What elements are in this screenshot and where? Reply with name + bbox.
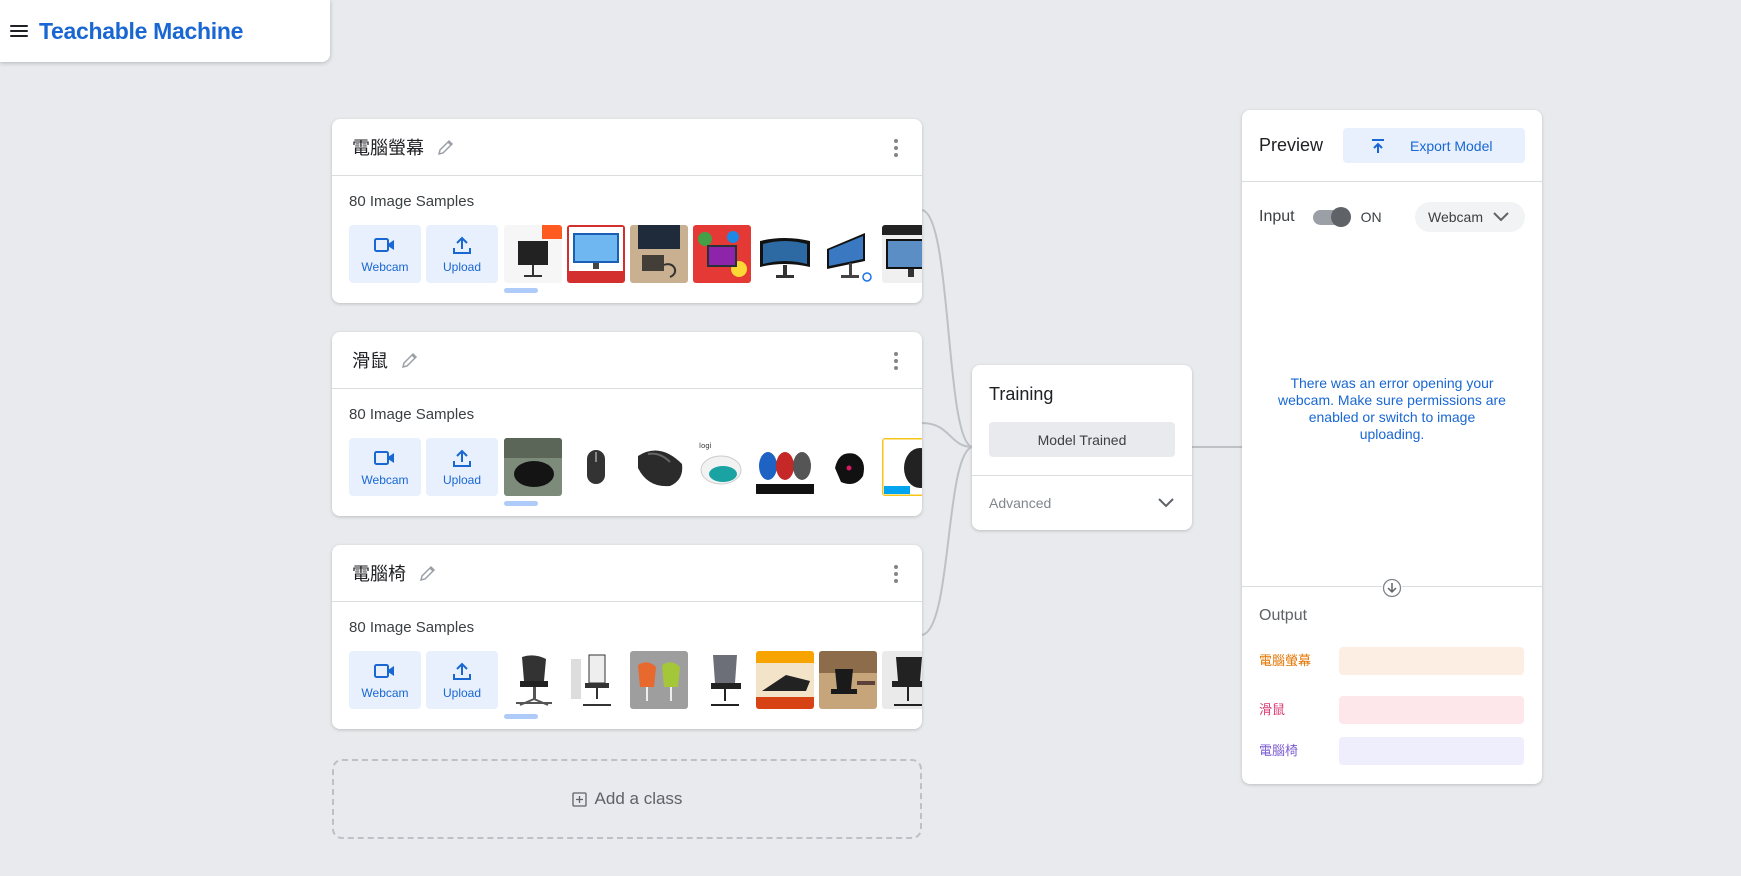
export-model-button[interactable]: Export Model <box>1343 128 1525 163</box>
class-card-header: 電腦椅 <box>332 545 922 602</box>
sample-image[interactable] <box>693 225 751 283</box>
webcam-button-label: Webcam <box>361 685 409 700</box>
sample-image[interactable] <box>567 651 625 709</box>
sample-thumbnails <box>504 651 922 709</box>
sample-image[interactable] <box>882 438 922 496</box>
scroll-indicator[interactable] <box>504 714 538 719</box>
webcam-error-message: There was an error opening your webcam. … <box>1278 375 1506 442</box>
sample-image[interactable] <box>756 225 814 283</box>
training-title: Training <box>989 384 1054 404</box>
sample-image[interactable] <box>693 651 751 709</box>
video-camera-icon <box>374 663 394 678</box>
upload-button[interactable]: Upload <box>426 651 498 709</box>
output-class-name: 電腦椅 <box>1259 743 1299 759</box>
preview-title: Preview <box>1259 135 1324 155</box>
webcam-button-label: Webcam <box>361 472 409 487</box>
add-class-label: Add a class <box>594 789 683 808</box>
scroll-indicator[interactable] <box>504 288 538 293</box>
sample-image[interactable]: logi <box>693 438 751 496</box>
sample-thumbnails <box>504 225 922 283</box>
output-label: Output <box>1259 607 1308 624</box>
kebab-icon[interactable] <box>892 352 900 370</box>
pencil-icon[interactable] <box>418 563 438 583</box>
sample-image[interactable] <box>819 651 877 709</box>
preview-header: Preview Export Model <box>1242 110 1542 182</box>
upload-icon <box>453 662 471 680</box>
add-box-icon <box>571 791 587 807</box>
input-label: Input <box>1259 208 1295 225</box>
output-row: 滑鼠 <box>1259 696 1525 724</box>
webcam-button-label: Webcam <box>361 259 409 274</box>
upload-icon <box>453 236 471 254</box>
input-source-select[interactable]: Webcam <box>1415 202 1525 232</box>
class-card: 電腦椅 80 Image Samples Webcam Upload <box>332 545 922 729</box>
upload-icon <box>453 449 471 467</box>
sample-count: 80 Image Samples <box>349 406 475 423</box>
svg-text:logi: logi <box>699 442 712 450</box>
input-row: Input ON Webcam <box>1259 202 1525 232</box>
sample-image[interactable] <box>567 225 625 283</box>
video-camera-icon <box>374 450 394 465</box>
class-card: 滑鼠 80 Image Samples Webcam Upload logi <box>332 332 922 516</box>
sample-thumbnails: logi <box>504 438 922 496</box>
sample-image[interactable] <box>504 651 562 709</box>
class-name[interactable]: 電腦螢幕 <box>352 134 424 160</box>
upload-button[interactable]: Upload <box>426 225 498 283</box>
class-card-header: 滑鼠 <box>332 332 922 389</box>
train-model-button[interactable]: Model Trained <box>989 422 1175 457</box>
confidence-bar <box>1339 737 1524 765</box>
sample-image[interactable] <box>882 225 922 283</box>
advanced-toggle[interactable]: Advanced <box>972 475 1192 530</box>
output-class-name: 滑鼠 <box>1259 702 1286 718</box>
sample-image[interactable] <box>756 651 814 709</box>
sample-image[interactable] <box>630 651 688 709</box>
pencil-icon[interactable] <box>436 137 456 157</box>
advanced-label: Advanced <box>989 495 1052 511</box>
scroll-indicator[interactable] <box>504 501 538 506</box>
output-class-name: 電腦螢幕 <box>1259 653 1312 669</box>
sample-count: 80 Image Samples <box>349 619 475 636</box>
sample-image[interactable] <box>504 438 562 496</box>
upload-button[interactable]: Upload <box>426 438 498 496</box>
webcam-button[interactable]: Webcam <box>349 438 421 496</box>
add-class-button[interactable]: Add a class <box>332 759 922 839</box>
video-camera-icon <box>374 237 394 252</box>
chevron-down-icon <box>1158 498 1174 508</box>
webcam-button[interactable]: Webcam <box>349 225 421 283</box>
class-name[interactable]: 滑鼠 <box>352 347 388 373</box>
sample-image[interactable] <box>567 438 625 496</box>
sample-image[interactable] <box>630 438 688 496</box>
confidence-bar <box>1339 696 1524 724</box>
sample-image[interactable] <box>819 438 877 496</box>
toggle-state: ON <box>1360 209 1382 225</box>
class-card: 電腦螢幕 80 Image Samples Webcam Upload <box>332 119 922 303</box>
sample-image[interactable] <box>882 651 922 709</box>
sample-image[interactable] <box>630 225 688 283</box>
upload-button-label: Upload <box>442 472 482 487</box>
preview-panel: Preview Export Model Input ON Webcam The… <box>1242 110 1542 784</box>
training-panel: Training Model Trained Advanced <box>972 365 1192 530</box>
kebab-icon[interactable] <box>892 139 900 157</box>
output-row: 電腦螢幕 <box>1259 647 1525 675</box>
sample-image[interactable] <box>504 225 562 283</box>
export-icon <box>1372 138 1384 153</box>
export-model-label: Export Model <box>1410 137 1493 154</box>
kebab-icon[interactable] <box>892 565 900 583</box>
upload-button-label: Upload <box>442 685 482 700</box>
sample-image[interactable] <box>756 438 814 496</box>
output-row: 電腦椅 <box>1259 737 1525 765</box>
arrow-down-icon <box>1382 578 1402 598</box>
pencil-icon[interactable] <box>400 350 420 370</box>
upload-button-label: Upload <box>442 259 482 274</box>
class-name[interactable]: 電腦椅 <box>352 560 406 586</box>
confidence-bar <box>1339 647 1524 675</box>
sample-image[interactable] <box>819 225 877 283</box>
sample-count: 80 Image Samples <box>349 193 475 210</box>
input-toggle[interactable] <box>1312 206 1351 227</box>
chevron-down-icon <box>1493 212 1509 222</box>
class-card-header: 電腦螢幕 <box>332 119 922 176</box>
webcam-button[interactable]: Webcam <box>349 651 421 709</box>
input-source-value: Webcam <box>1428 209 1483 225</box>
